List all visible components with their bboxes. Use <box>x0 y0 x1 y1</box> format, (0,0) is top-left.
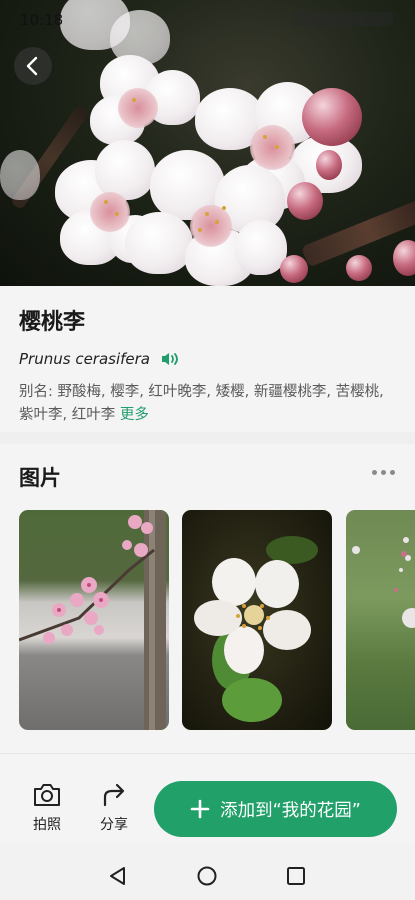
gallery-section: 图片 <box>0 444 415 754</box>
add-to-garden-button[interactable]: 添加到“我的花园” <box>154 781 397 837</box>
more-options-button[interactable] <box>372 470 395 475</box>
hero-image <box>0 0 415 286</box>
nav-back-icon <box>110 867 125 885</box>
share-icon <box>103 783 125 807</box>
bud <box>302 88 362 146</box>
stamen <box>198 228 202 232</box>
bud <box>280 255 308 283</box>
section-divider <box>0 432 415 444</box>
stamen <box>115 212 119 216</box>
more-link[interactable]: 更多 <box>120 407 149 423</box>
stamen <box>132 98 136 102</box>
photo-button[interactable]: 拍照 <box>22 782 72 834</box>
nav-back-button[interactable] <box>108 866 128 886</box>
status-time: 10:18 <box>20 11 64 29</box>
flower-center <box>250 125 295 170</box>
camera-icon <box>34 784 60 806</box>
bottom-action-bar: 拍照 分享 添加到“我的花园” <box>0 754 415 844</box>
share-label: 分享 <box>100 817 128 833</box>
flower-center <box>90 192 130 232</box>
bud <box>316 150 342 180</box>
nav-recents-icon <box>287 867 305 885</box>
petal <box>0 150 40 200</box>
status-bar: 10:18 <box>0 0 415 38</box>
plus-icon <box>190 799 210 819</box>
latin-name: Prunus cerasifera <box>19 350 151 368</box>
stamen <box>104 200 108 204</box>
flower-center <box>118 88 158 128</box>
gallery-image-1-art <box>19 510 166 730</box>
gallery-title: 图片 <box>19 466 61 490</box>
share-button[interactable]: 分享 <box>89 782 139 834</box>
alias-list: 别名: 野酸梅, 樱李, 红叶晚李, 矮樱, 新疆樱桃李, 苦樱桃, 紫叶李, … <box>19 384 384 423</box>
bud <box>287 182 323 220</box>
plant-info: 樱桃李 Prunus cerasifera 别名: 野酸梅, 樱李, 红叶晚李,… <box>0 286 415 432</box>
gallery-image-3-art <box>352 537 415 628</box>
gallery-image-2-art <box>194 536 318 722</box>
stamen <box>263 135 267 139</box>
bud <box>393 240 415 276</box>
latin-row: Prunus cerasifera <box>19 350 396 368</box>
add-to-garden-label: 添加到“我的花园” <box>220 800 361 821</box>
plant-detail-page: 10:18 樱桃李 Prunus cerasifera 别名: 野酸梅, 樱李,… <box>0 0 415 900</box>
status-icons <box>293 12 393 26</box>
flower-center <box>190 205 232 247</box>
plant-name: 樱桃李 <box>19 310 86 335</box>
gallery-image-3[interactable] <box>346 510 415 730</box>
alias-text: 别名: 野酸梅, 樱李, 红叶晚李, 矮樱, 新疆樱桃李, 苦樱桃, 紫叶李, … <box>19 381 396 427</box>
system-nav-bar <box>0 844 415 900</box>
gallery-image-1[interactable] <box>19 510 169 730</box>
stamen <box>205 212 209 216</box>
more-dots-icon <box>381 470 386 475</box>
nav-recents-button[interactable] <box>286 866 306 886</box>
bud <box>346 255 372 281</box>
petal <box>125 212 193 274</box>
back-icon <box>26 56 38 76</box>
nav-home-icon <box>197 866 217 886</box>
stamen <box>222 206 226 210</box>
gallery-image-2[interactable] <box>182 510 332 730</box>
speaker-icon <box>162 353 178 365</box>
more-dots-icon <box>390 470 395 475</box>
more-dots-icon <box>372 470 377 475</box>
nav-home-button[interactable] <box>197 866 217 886</box>
stamen <box>215 220 219 224</box>
photo-label: 拍照 <box>33 817 61 833</box>
petal <box>95 140 155 200</box>
stamen <box>275 145 279 149</box>
back-button[interactable] <box>14 47 52 85</box>
pronounce-button[interactable] <box>160 351 180 367</box>
